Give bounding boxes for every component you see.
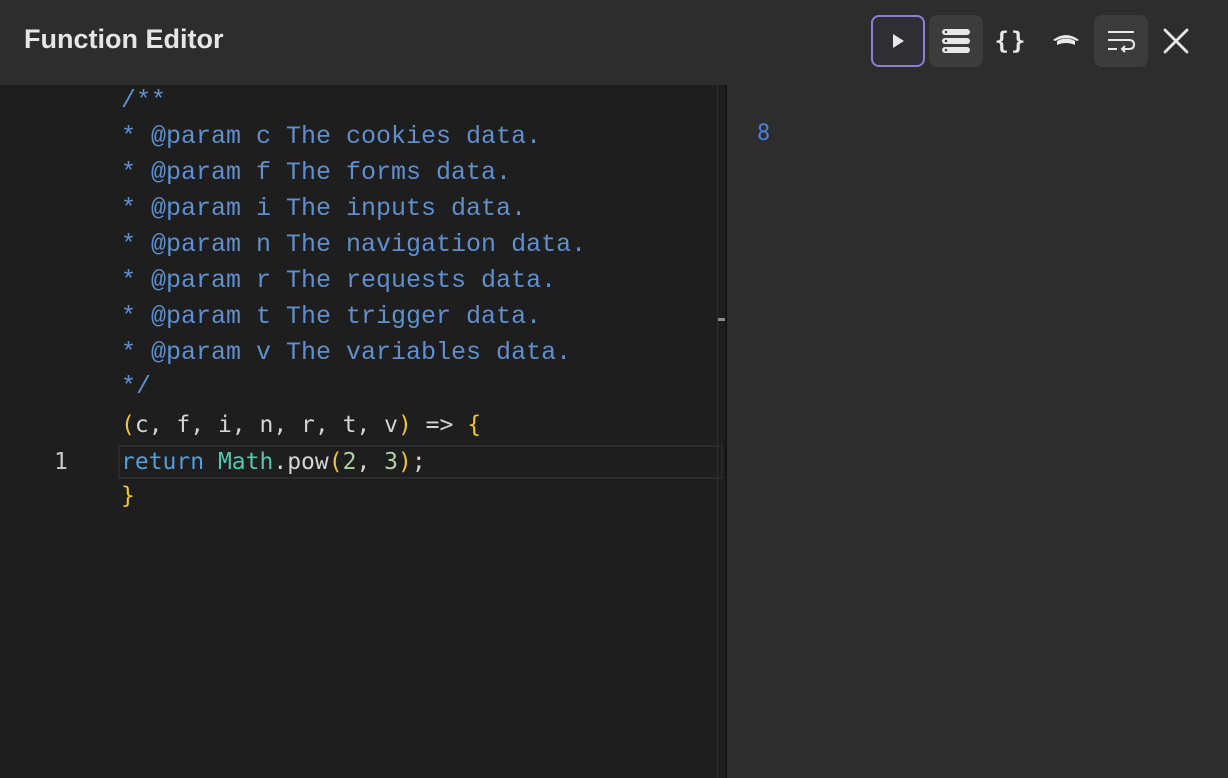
call-open-paren: ( <box>328 449 343 475</box>
code-line[interactable]: * @param f The forms data. <box>0 155 717 191</box>
editor-header: Function Editor {} <box>0 0 1228 85</box>
code-line[interactable]: * @param r The requests data. <box>0 263 717 299</box>
code-line[interactable]: * @param t The trigger data. <box>0 299 717 335</box>
json-format-button[interactable]: {} <box>984 15 1038 67</box>
editor-scrollbar[interactable] <box>717 85 718 778</box>
closing-brace: } <box>121 483 135 509</box>
call-close-paren: ) <box>398 449 412 475</box>
list-icon <box>942 29 970 53</box>
class-name: Math <box>217 449 274 475</box>
line-number: 1 <box>54 449 68 475</box>
comment-line: * @param r The requests data. <box>121 266 557 295</box>
code-line[interactable]: * @param i The inputs data. <box>0 191 717 227</box>
method-name: pow <box>287 449 329 475</box>
output-value: 8 <box>757 121 771 146</box>
open-brace: { <box>467 412 482 438</box>
list-view-button[interactable] <box>929 15 983 67</box>
keyword: return <box>121 449 205 475</box>
page-title: Function Editor <box>24 24 224 54</box>
open-paren: ( <box>121 412 135 438</box>
comment-line: * @param i The inputs data. <box>121 194 527 223</box>
play-icon <box>893 34 904 48</box>
code-line[interactable]: */ <box>0 369 717 405</box>
function-signature: (c, f, i, n, r, t, v) => { <box>121 407 481 443</box>
return-statement: return Math.pow(2, 3); <box>121 444 426 480</box>
comment-line: * @param n The navigation data. <box>121 230 587 259</box>
arrow: => <box>411 412 468 438</box>
comment-line: * @param v The variables data. <box>121 338 572 367</box>
comment-line: * @param f The forms data. <box>121 158 512 187</box>
code-line-body[interactable]: 1 return Math.pow(2, 3); <box>0 444 717 480</box>
comment-line: * @param c The cookies data. <box>121 122 542 151</box>
argument: 3 <box>384 449 399 475</box>
dot: . <box>273 449 288 475</box>
output-panel: 8 <box>727 85 1228 778</box>
close-icon <box>1163 28 1189 54</box>
semicolon: ; <box>411 449 426 475</box>
argument: 2 <box>342 449 357 475</box>
word-wrap-icon <box>1108 31 1136 53</box>
code-line[interactable]: } <box>0 478 717 514</box>
close-paren: ) <box>397 412 412 438</box>
code-line-signature[interactable]: (c, f, i, n, r, t, v) => { <box>0 407 717 443</box>
comma: , <box>356 449 385 475</box>
run-button[interactable] <box>871 15 925 67</box>
parameter-list: c, f, i, n, r, t, v <box>134 412 398 438</box>
close-button[interactable] <box>1149 15 1203 67</box>
code-line[interactable]: /** <box>0 85 717 119</box>
code-line[interactable]: * @param v The variables data. <box>0 335 717 371</box>
comment-line: */ <box>121 372 152 401</box>
learn-button[interactable] <box>1039 15 1093 67</box>
word-wrap-button[interactable] <box>1094 15 1148 67</box>
graduation-cap-icon <box>1053 35 1079 45</box>
code-editor[interactable]: /** * @param c The cookies data. * @para… <box>0 85 725 778</box>
comment-line: * @param t The trigger data. <box>121 302 542 331</box>
code-line[interactable]: * @param c The cookies data. <box>0 119 717 155</box>
braces-icon: {} <box>994 27 1028 55</box>
comment-line: /** <box>121 86 167 115</box>
scrollbar-marker <box>718 318 725 321</box>
code-line[interactable]: * @param n The navigation data. <box>0 227 717 263</box>
